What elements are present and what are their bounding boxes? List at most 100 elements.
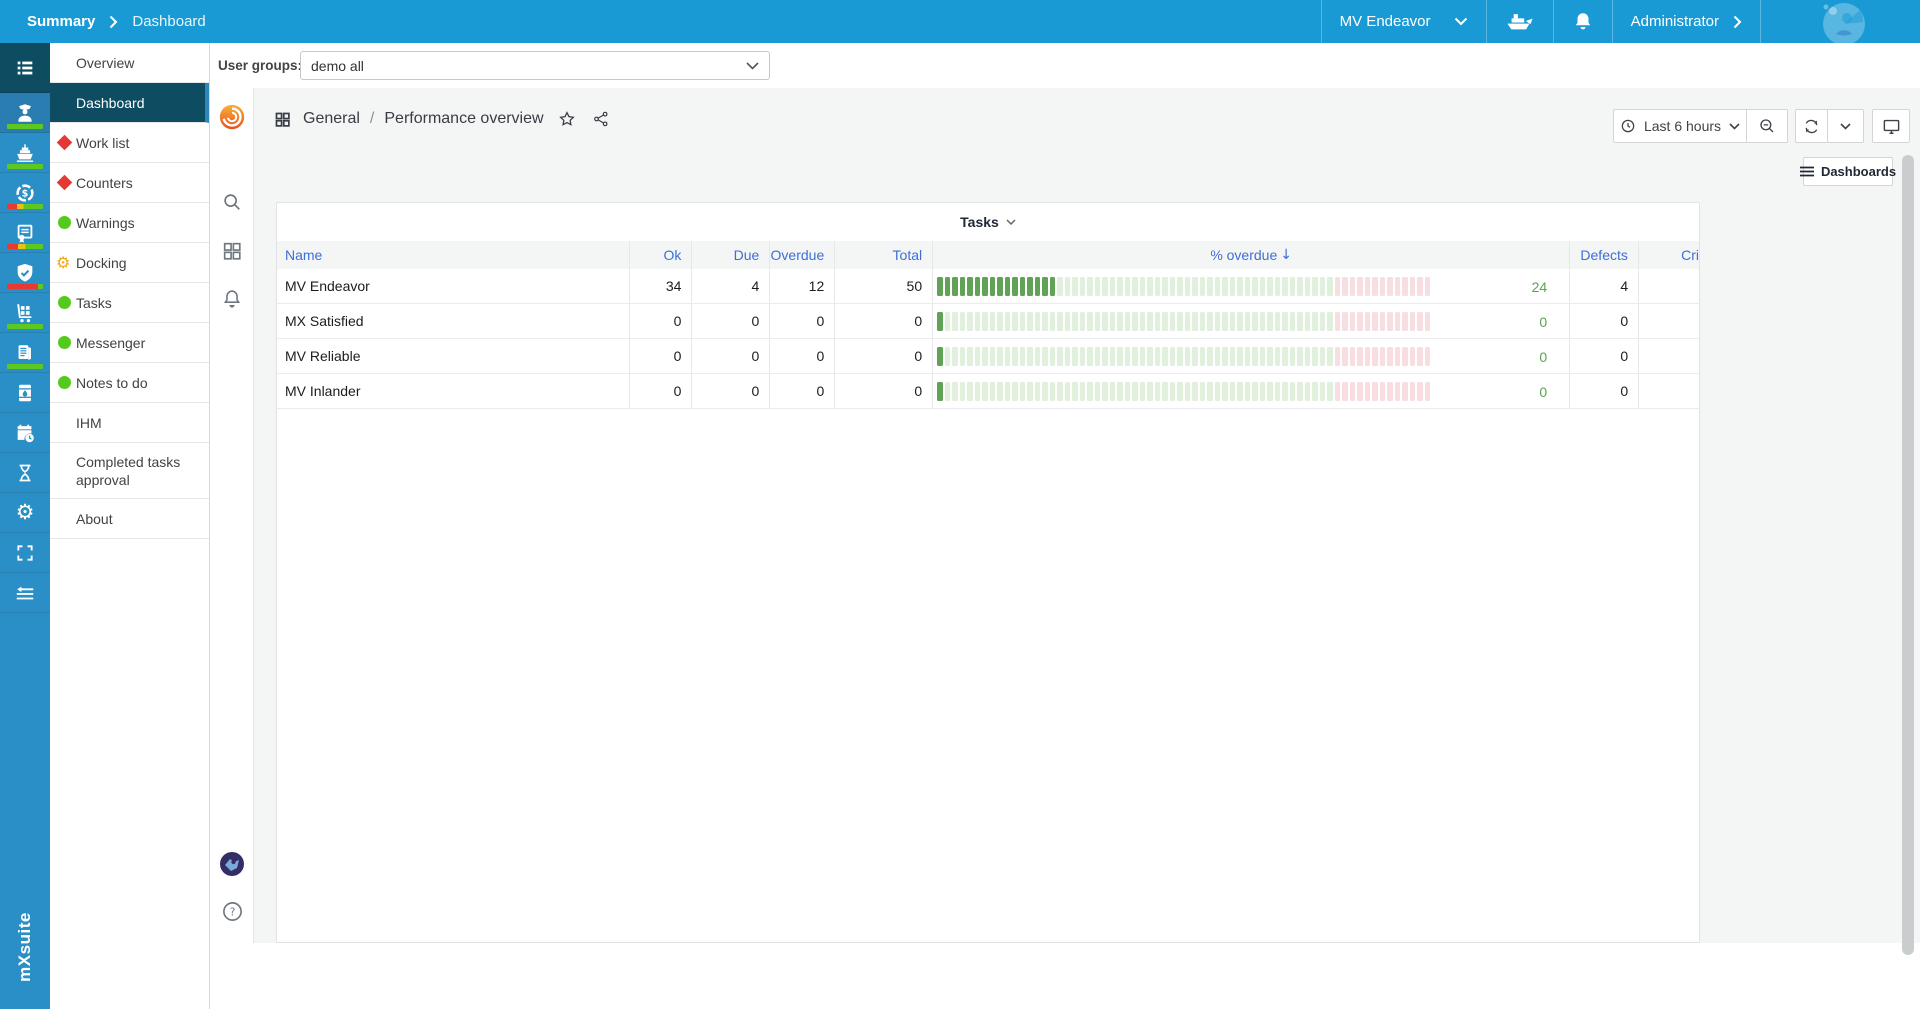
chevron-down-icon — [746, 62, 759, 70]
chevron-right-icon — [1733, 15, 1742, 29]
chevron-down-icon — [1729, 123, 1740, 130]
rail-item-planning[interactable] — [0, 413, 50, 453]
oil-barrel-icon — [14, 382, 36, 404]
sidebar-item-notes-to-do[interactable]: Notes to do — [50, 363, 209, 403]
sidebar-item-docking[interactable]: ⚙ Docking — [50, 243, 209, 283]
sidebar-item-dashboard[interactable]: Dashboard — [50, 83, 209, 123]
rail-item-collapse[interactable] — [0, 573, 50, 613]
vessel-name: MV Endeavor — [1340, 13, 1431, 30]
vessel-selector[interactable]: MV Endeavor — [1321, 0, 1486, 43]
column-header-pct-overdue[interactable]: % overdue ↓ — [933, 241, 1570, 269]
rail-item-purchase[interactable] — [0, 293, 50, 333]
ship-icon — [1505, 11, 1535, 32]
search-icon[interactable] — [210, 191, 254, 213]
dashboards-grid-icon[interactable] — [210, 240, 254, 262]
rail-item-fullscreen[interactable] — [0, 533, 50, 573]
pct-overdue-value: 24 — [1532, 269, 1548, 303]
column-header-overdue[interactable]: Overdue — [770, 241, 835, 269]
fleet-ship-button[interactable] — [1486, 0, 1553, 43]
column-header-ok[interactable]: Ok — [630, 241, 693, 269]
rail-item-history[interactable] — [0, 453, 50, 493]
sidebar-item-tasks[interactable]: Tasks — [50, 283, 209, 323]
notifications-button[interactable] — [1553, 0, 1612, 43]
kiosk-mode-button[interactable] — [1872, 109, 1910, 143]
grafana-sidebar: ? — [210, 88, 254, 943]
user-groups-value: demo all — [311, 58, 364, 74]
panel-title[interactable]: Tasks — [277, 203, 1699, 241]
rail-item-oil[interactable] — [0, 373, 50, 413]
breadcrumb-section[interactable]: Summary — [27, 13, 95, 30]
rail-item-certificates[interactable] — [0, 213, 50, 253]
refresh-controls-group — [1795, 109, 1864, 143]
orange-gear-icon: ⚙ — [56, 255, 70, 271]
table-row[interactable]: MX Satisfied 0 0 0 0 0 0 — [277, 304, 1699, 339]
sidebar-item-counters[interactable]: Counters — [50, 163, 209, 203]
pct-overdue-value: 0 — [1539, 374, 1547, 408]
refresh-button[interactable] — [1795, 109, 1828, 143]
sort-descending-icon: ↓ — [1280, 247, 1292, 263]
table-row[interactable]: MV Endeavor 34 4 12 50 24 4 — [277, 269, 1699, 304]
red-diamond-icon — [57, 135, 73, 151]
status-underline — [7, 124, 43, 129]
table-row[interactable]: MV Reliable 0 0 0 0 0 0 — [277, 339, 1699, 374]
user-name: Administrator — [1631, 13, 1719, 30]
breadcrumb-page: Dashboard — [132, 13, 205, 30]
table-row[interactable]: MV Inlander 0 0 0 0 0 0 — [277, 374, 1699, 409]
green-circle-icon — [58, 216, 71, 229]
rail-item-finance[interactable]: $ — [0, 173, 50, 213]
gear-icon: ⚙ — [16, 502, 35, 523]
pct-overdue-value: 0 — [1539, 339, 1547, 373]
rail-item-safety[interactable] — [0, 253, 50, 293]
column-header-name[interactable]: Name — [277, 241, 630, 269]
help-icon[interactable]: ? — [210, 900, 254, 923]
status-underline — [7, 204, 43, 209]
time-range-picker[interactable]: Last 6 hours — [1613, 109, 1747, 143]
star-icon[interactable] — [558, 110, 576, 128]
status-underline — [7, 284, 43, 289]
alerting-bell-icon[interactable] — [210, 288, 254, 310]
sidebar-item-work-list[interactable]: Work list — [50, 123, 209, 163]
ship-icon — [14, 142, 36, 164]
sidebar-item-overview[interactable]: Overview — [50, 43, 209, 83]
sidebar-item-warnings[interactable]: Warnings — [50, 203, 209, 243]
zoom-out-button[interactable] — [1747, 109, 1788, 143]
vertical-scrollbar-thumb[interactable] — [1902, 155, 1914, 955]
rail-item-settings[interactable]: ⚙ — [0, 493, 50, 533]
user-groups-row: User groups: demo all — [210, 43, 1920, 88]
rail-item-documents[interactable] — [0, 333, 50, 373]
svg-text:?: ? — [229, 907, 235, 919]
mxsuite-vertical-logo: mXsuite — [15, 907, 35, 987]
share-icon[interactable] — [592, 110, 610, 128]
chevron-down-icon — [1006, 219, 1016, 225]
mxsuite-watermark-logo — [1760, 0, 1920, 43]
module-rail: $ — [0, 43, 50, 1009]
status-underline — [7, 324, 43, 329]
rail-item-crew[interactable] — [0, 93, 50, 133]
sidebar-item-messenger[interactable]: Messenger — [50, 323, 209, 363]
refresh-interval-dropdown[interactable] — [1828, 109, 1864, 143]
dashboard-folder[interactable]: General — [303, 110, 360, 128]
overdue-bar-gauge — [937, 347, 1430, 366]
dashboards-button[interactable]: Dashboards — [1803, 157, 1893, 186]
rail-item-vessel[interactable] — [0, 133, 50, 173]
column-header-criticality[interactable]: Cri — [1639, 241, 1699, 269]
column-header-due[interactable]: Due — [692, 241, 770, 269]
sidebar-item-ihm[interactable]: IHM — [50, 403, 209, 443]
user-menu[interactable]: Administrator — [1612, 0, 1760, 43]
rail-item-menu[interactable] — [0, 43, 50, 93]
column-header-total[interactable]: Total — [835, 241, 933, 269]
collapse-menu-icon — [14, 582, 36, 604]
top-bar: Summary Dashboard MV Endeavor — [0, 0, 1920, 43]
sidebar-item-about[interactable]: About — [50, 499, 209, 539]
sidebar-item-completed-tasks-approval[interactable]: Completed tasks approval — [50, 443, 209, 499]
status-underline — [7, 164, 43, 169]
user-avatar[interactable] — [210, 851, 254, 877]
user-groups-label: User groups: — [218, 58, 302, 73]
time-controls-group: Last 6 hours — [1613, 109, 1788, 143]
list-icon — [14, 57, 36, 79]
column-header-defects[interactable]: Defects — [1570, 241, 1639, 269]
grafana-logo[interactable] — [210, 102, 254, 132]
user-groups-select[interactable]: demo all — [300, 51, 770, 80]
dashboard-title[interactable]: Performance overview — [384, 110, 543, 128]
shield-check-icon — [14, 262, 36, 284]
